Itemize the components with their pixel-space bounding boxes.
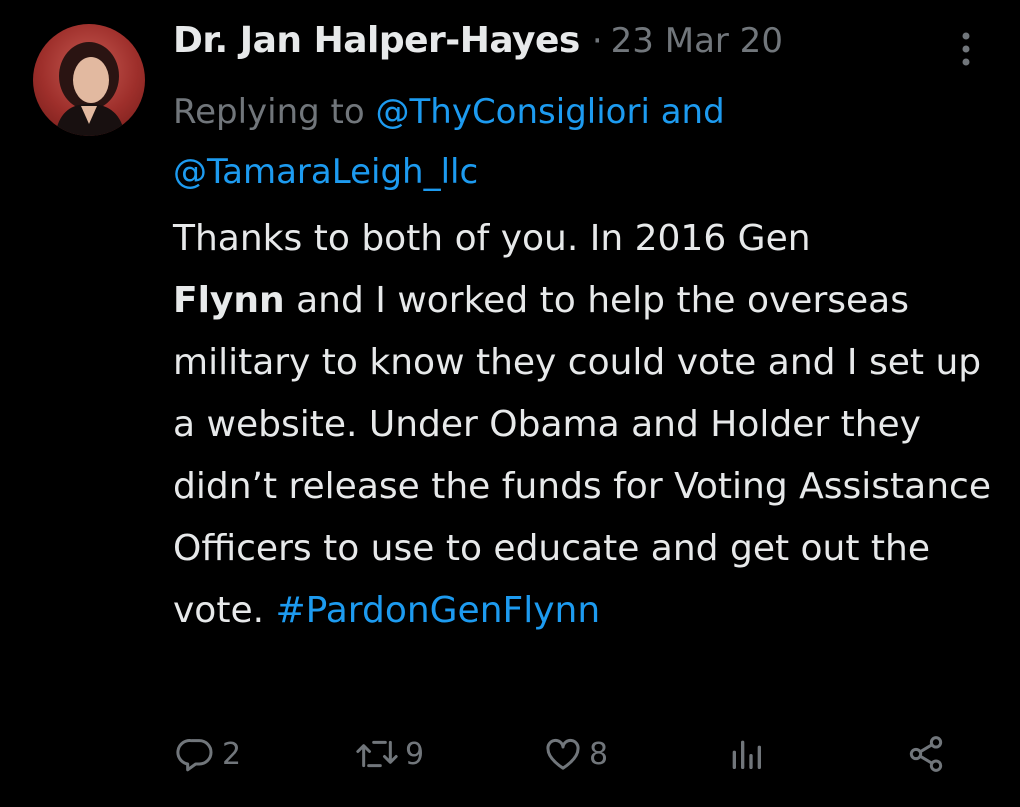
like-button[interactable]: 8 <box>543 726 608 782</box>
tweet-text: Thanks to both of you. In 2016 Gen Flynn … <box>173 208 1003 642</box>
action-bar: 2 9 8 <box>0 726 1020 782</box>
author-name[interactable]: Dr. Jan Halper-Hayes <box>173 20 580 61</box>
tweet-header: Dr. Jan Halper-Hayes · 23 Mar 20 <box>173 20 783 72</box>
like-count: 8 <box>589 736 609 772</box>
share-icon <box>909 736 943 772</box>
retweet-button[interactable]: 9 <box>355 726 424 782</box>
avatar[interactable] <box>33 24 145 136</box>
tweet-date[interactable]: 23 Mar 20 <box>611 21 783 61</box>
tweet-text-part2: and I worked to help the overseas milita… <box>173 280 991 631</box>
reply-count: 2 <box>222 736 242 772</box>
share-button[interactable] <box>906 726 946 782</box>
reply-user-link-1[interactable]: @ThyConsigliori <box>376 92 650 132</box>
reply-and-text: and <box>649 92 725 132</box>
like-icon <box>546 738 580 770</box>
retweet-count: 9 <box>405 736 425 772</box>
avatar-portrait <box>55 42 125 136</box>
replying-to-label: Replying to <box>173 92 376 132</box>
tweet-text-part1: Thanks to both of you. In 2016 Gen <box>173 218 811 259</box>
reply-icon <box>176 739 213 772</box>
reply-user-link-2[interactable]: @TamaraLeigh_llc <box>173 152 478 192</box>
analytics-button[interactable] <box>726 726 766 782</box>
more-options-icon[interactable] <box>948 24 984 72</box>
reply-button[interactable]: 2 <box>176 726 241 782</box>
analytics-icon <box>732 740 761 769</box>
retweet-icon <box>356 740 398 768</box>
header-separator: · <box>591 21 603 61</box>
replying-to: Replying to @ThyConsigliori and @TamaraLe… <box>173 82 973 202</box>
hashtag-link[interactable]: #PardonGenFlynn <box>275 590 600 631</box>
tweet-text-bold: Flynn <box>173 280 285 321</box>
